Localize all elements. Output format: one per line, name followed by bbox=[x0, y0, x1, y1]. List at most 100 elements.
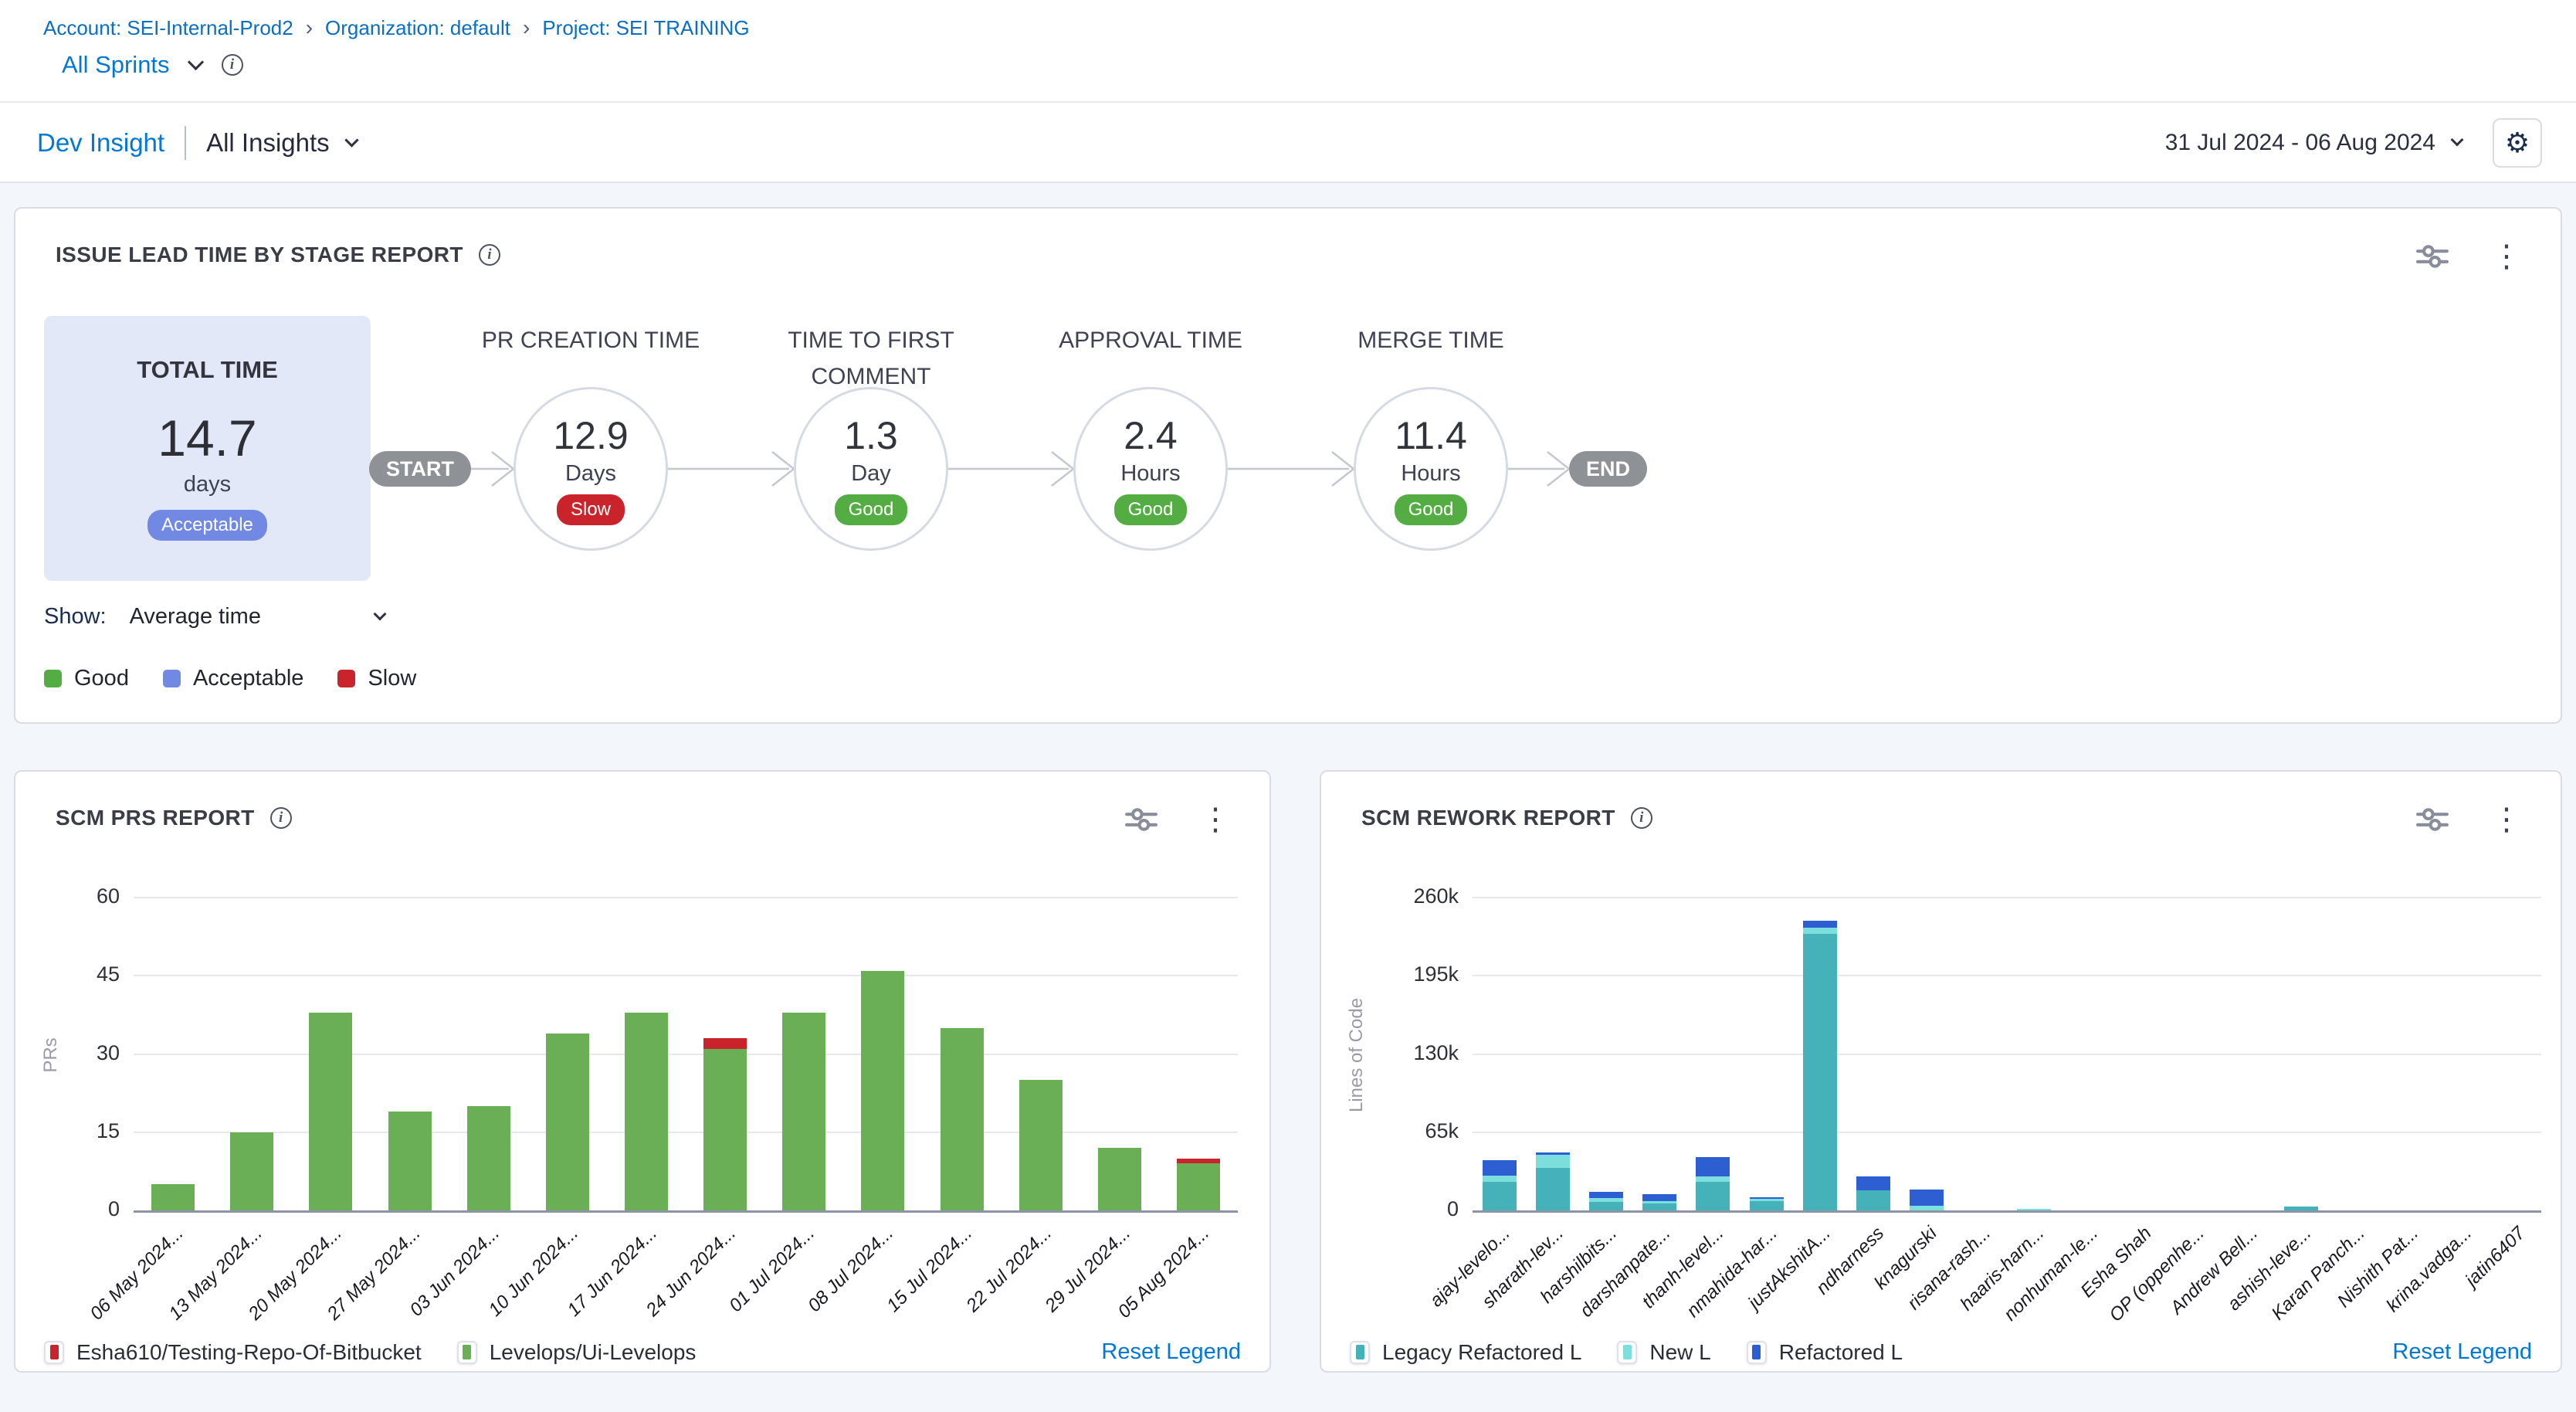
legend-item-repo-levelops[interactable]: Levelops/Ui-Levelops bbox=[457, 1340, 697, 1365]
filter-sliders-icon[interactable] bbox=[2414, 243, 2451, 270]
breadcrumb-project[interactable]: Project: SEI TRAINING bbox=[542, 16, 749, 40]
panel-title: SCM PRS REPORT bbox=[56, 806, 255, 830]
insight-selector[interactable]: All Insights bbox=[206, 128, 357, 158]
gridline bbox=[1473, 897, 2541, 898]
total-time-status-badge: Acceptable bbox=[147, 510, 267, 541]
bar-segment[interactable] bbox=[1803, 921, 1837, 928]
bar-segment[interactable] bbox=[1696, 1182, 1730, 1210]
bar-segment[interactable] bbox=[1856, 1190, 1890, 1210]
stage-value: 12.9 bbox=[553, 413, 628, 458]
bar-segment[interactable] bbox=[1642, 1194, 1676, 1201]
filter-sliders-icon[interactable] bbox=[1123, 806, 1160, 833]
breadcrumb-organization[interactable]: Organization: default bbox=[325, 16, 510, 40]
bar-segment[interactable] bbox=[1536, 1168, 1570, 1210]
bar-segment[interactable] bbox=[1642, 1203, 1676, 1210]
bar-segment[interactable] bbox=[2017, 1209, 2051, 1210]
legend-item-slow: Slow bbox=[337, 666, 416, 691]
bar-segment[interactable] bbox=[1589, 1192, 1623, 1199]
info-icon[interactable]: i bbox=[222, 54, 243, 76]
bar-segment[interactable] bbox=[309, 1013, 352, 1211]
legend-item-legacy-refactored[interactable]: Legacy Refactored L bbox=[1350, 1340, 1581, 1365]
bar-segment[interactable] bbox=[861, 971, 904, 1211]
scm-rework-panel: SCM REWORK REPORT i ⋮ Lines of Code 065k… bbox=[1320, 770, 2562, 1373]
breadcrumb-separator-icon: › bbox=[523, 15, 530, 40]
bar-segment[interactable] bbox=[1589, 1198, 1623, 1202]
bar-segment[interactable] bbox=[151, 1184, 195, 1210]
bar-segment[interactable] bbox=[1177, 1159, 1220, 1164]
panel-title: ISSUE LEAD TIME BY STAGE REPORT bbox=[56, 243, 463, 267]
dev-insight-link[interactable]: Dev Insight bbox=[37, 128, 164, 158]
settings-button[interactable]: ⚙ bbox=[2493, 118, 2542, 168]
info-icon[interactable]: i bbox=[1631, 807, 1652, 829]
bar-segment[interactable] bbox=[388, 1112, 432, 1210]
show-metric-value: Average time bbox=[130, 604, 261, 630]
y-tick-label: 195k bbox=[1413, 962, 1459, 986]
bar-segment[interactable] bbox=[2284, 1207, 2318, 1210]
stage-node-approval[interactable]: 2.4 Hours Good bbox=[1073, 387, 1228, 551]
bar-segment[interactable] bbox=[1803, 928, 1837, 934]
y-tick-label: 130k bbox=[1413, 1041, 1459, 1065]
bar-segment[interactable] bbox=[703, 1038, 747, 1049]
bar-segment[interactable] bbox=[1536, 1152, 1570, 1154]
y-tick-label: 45 bbox=[97, 962, 120, 986]
bar-segment[interactable] bbox=[1536, 1155, 1570, 1169]
bar-segment[interactable] bbox=[1642, 1201, 1676, 1203]
bar-segment[interactable] bbox=[546, 1034, 589, 1211]
bar-segment[interactable] bbox=[1910, 1206, 1944, 1210]
reset-legend-link[interactable]: Reset Legend bbox=[1101, 1339, 1241, 1365]
stage-unit: Day bbox=[851, 461, 891, 487]
bar-segment[interactable] bbox=[941, 1028, 984, 1210]
bar-segment[interactable] bbox=[230, 1132, 273, 1210]
total-time-card: TOTAL TIME 14.7 days Acceptable bbox=[44, 316, 371, 581]
bar-segment[interactable] bbox=[1696, 1176, 1730, 1182]
kebab-menu-icon[interactable]: ⋮ bbox=[2491, 804, 2522, 835]
bar-segment[interactable] bbox=[1098, 1148, 1141, 1210]
filter-sliders-icon[interactable] bbox=[2414, 806, 2451, 833]
sprint-selector[interactable]: All Sprints bbox=[62, 51, 170, 79]
legend-label: New L bbox=[1649, 1340, 1710, 1365]
legend-swatch bbox=[163, 670, 181, 687]
legend-item-refactored-lines[interactable]: Refactored L bbox=[1747, 1340, 1903, 1365]
bar-segment[interactable] bbox=[1750, 1201, 1784, 1210]
stage-unit: Hours bbox=[1401, 461, 1460, 487]
bar-segment[interactable] bbox=[1019, 1080, 1063, 1210]
info-icon[interactable]: i bbox=[479, 244, 500, 266]
stage-status-badge: Good bbox=[835, 494, 908, 525]
show-metric-dropdown[interactable]: Average time bbox=[130, 604, 385, 630]
bar-segment[interactable] bbox=[1589, 1202, 1623, 1210]
info-icon[interactable]: i bbox=[270, 807, 292, 829]
kebab-menu-icon[interactable]: ⋮ bbox=[2491, 241, 2522, 272]
kebab-menu-icon[interactable]: ⋮ bbox=[1200, 804, 1231, 835]
insight-bar: Dev Insight All Insights 31 Jul 2024 - 0… bbox=[0, 104, 2576, 183]
legend-checkbox bbox=[44, 1341, 64, 1364]
stage-status-badge: Good bbox=[1114, 494, 1188, 525]
rework-chart-legend: Legacy Refactored L New L Refactored L R… bbox=[1350, 1339, 2532, 1365]
bar-segment[interactable] bbox=[1910, 1190, 1944, 1206]
legend-item-new-lines[interactable]: New L bbox=[1617, 1340, 1710, 1365]
flow-end-pill: END bbox=[1569, 451, 1647, 487]
chevron-down-icon[interactable] bbox=[187, 53, 203, 70]
stage-node-merge[interactable]: 11.4 Hours Good bbox=[1354, 387, 1508, 551]
bar-segment[interactable] bbox=[782, 1013, 825, 1211]
bar-segment[interactable] bbox=[1803, 934, 1837, 1210]
legend-item-repo-bitbucket[interactable]: Esha610/Testing-Repo-Of-Bitbucket bbox=[44, 1340, 422, 1365]
legend-label: Slow bbox=[368, 666, 416, 691]
bar-segment[interactable] bbox=[625, 1013, 668, 1211]
y-tick-label: 60 bbox=[97, 884, 120, 908]
bar-segment[interactable] bbox=[1750, 1197, 1784, 1199]
bar-segment[interactable] bbox=[1856, 1176, 1890, 1190]
stage-node-time-to-first-comment[interactable]: 1.3 Day Good bbox=[794, 387, 948, 551]
bar-segment[interactable] bbox=[1750, 1199, 1784, 1200]
bar-segment[interactable] bbox=[467, 1106, 510, 1210]
bar-segment[interactable] bbox=[1483, 1160, 1517, 1176]
breadcrumb-account[interactable]: Account: SEI-Internal-Prod2 bbox=[43, 16, 293, 40]
bar-segment[interactable] bbox=[703, 1049, 747, 1210]
reset-legend-link[interactable]: Reset Legend bbox=[2392, 1339, 2532, 1365]
gridline bbox=[134, 1054, 1238, 1055]
bar-segment[interactable] bbox=[1483, 1176, 1517, 1182]
bar-segment[interactable] bbox=[1696, 1157, 1730, 1176]
bar-segment[interactable] bbox=[1177, 1163, 1220, 1210]
date-range-selector[interactable]: 31 Jul 2024 - 06 Aug 2024 bbox=[2165, 130, 2462, 156]
bar-segment[interactable] bbox=[1483, 1182, 1517, 1210]
stage-node-pr-creation[interactable]: 12.9 Days Slow bbox=[514, 387, 668, 551]
